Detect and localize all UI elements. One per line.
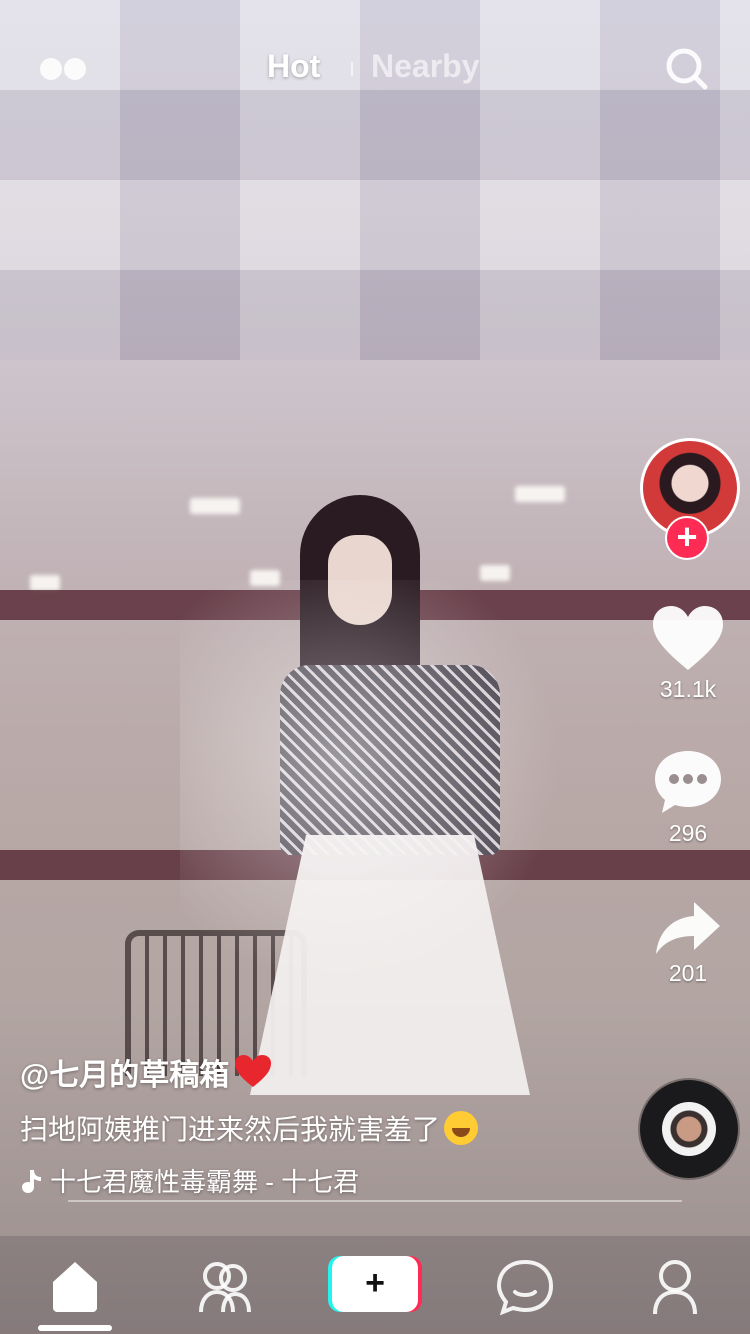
- music-disc-avatar: [662, 1102, 716, 1156]
- top-bar: Hot Nearby: [0, 0, 750, 130]
- home-icon[interactable]: [45, 1256, 105, 1316]
- tab-separator: [351, 62, 353, 76]
- caption-divider: [68, 1200, 682, 1202]
- red-heart-icon: [235, 1055, 272, 1087]
- messages-icon[interactable]: [495, 1256, 555, 1316]
- profile-icon[interactable]: [645, 1256, 705, 1316]
- like-button[interactable]: 31.1k: [633, 604, 743, 703]
- search-icon[interactable]: [664, 46, 708, 90]
- music-row[interactable]: 十七君魔性毒霸舞 - 十七君: [20, 1162, 620, 1199]
- music-title[interactable]: 十七君魔性毒霸舞 - 十七君: [50, 1167, 359, 1197]
- author-name-row[interactable]: @七月的草稿箱: [20, 1050, 620, 1094]
- add-button[interactable]: +: [328, 1256, 422, 1312]
- author-name[interactable]: @七月的草稿箱: [20, 1059, 229, 1092]
- follow-button[interactable]: +: [665, 516, 709, 560]
- music-note-icon: [22, 1170, 41, 1193]
- comment-count: 296: [668, 820, 708, 846]
- share-button[interactable]: 201: [633, 898, 743, 987]
- comment-button[interactable]: 296: [633, 748, 743, 847]
- bottom-nav: +: [0, 1236, 750, 1334]
- laughing-emoji-icon: [444, 1111, 479, 1145]
- home-tab-indicator: [38, 1325, 112, 1331]
- video-description-row: 扫地阿姨推门进来然后我就害羞了: [20, 1108, 620, 1148]
- ceiling-light: [30, 575, 60, 591]
- tab-nearby[interactable]: Nearby: [371, 48, 480, 85]
- author-avatar-group[interactable]: +: [640, 438, 740, 560]
- music-disc[interactable]: [640, 1080, 738, 1178]
- ceiling-light: [190, 498, 240, 514]
- sparkle-effect: [180, 580, 580, 1040]
- dots-icon[interactable]: [40, 58, 88, 80]
- share-count: 201: [668, 960, 708, 986]
- comment-icon: [655, 751, 721, 813]
- caption: @七月的草稿箱 扫地阿姨推门进来然后我就害羞了 十七君魔性毒霸舞 - 十七君: [20, 1050, 620, 1199]
- video-description: 扫地阿姨推门进来然后我就害羞了: [20, 1114, 441, 1145]
- tab-hot[interactable]: Hot: [267, 48, 320, 85]
- friends-icon[interactable]: [195, 1256, 255, 1316]
- like-count: 31.1k: [659, 676, 717, 702]
- add-icon: +: [332, 1256, 418, 1312]
- heart-icon: [653, 606, 723, 670]
- share-icon: [656, 902, 720, 954]
